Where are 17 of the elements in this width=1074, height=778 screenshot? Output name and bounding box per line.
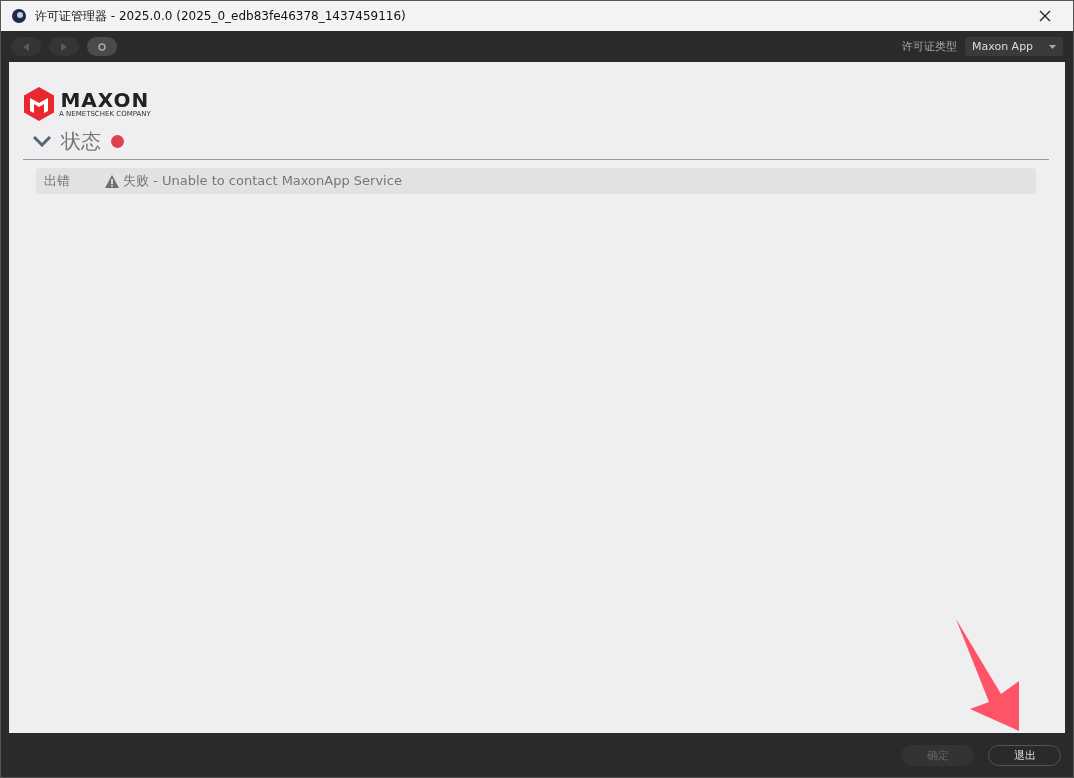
error-message: 失败 - Unable to contact MaxonApp Service (123, 172, 402, 190)
chevron-icon[interactable] (33, 136, 51, 147)
left-triangle-icon (22, 41, 30, 52)
app-icon (11, 8, 27, 24)
section-title: 状态 (61, 128, 101, 155)
logo-wordmark: MAXON (60, 90, 150, 110)
license-type-dropdown[interactable]: Maxon App (965, 37, 1063, 56)
caret-icon (1049, 44, 1056, 49)
exit-button[interactable]: 退出 (988, 744, 1061, 766)
circle-icon (98, 41, 106, 52)
logo-icon (23, 86, 55, 122)
window-title: 许可证管理器 - 2025.0.0 (2025_0_edb83fe46378_1437459116) (35, 7, 407, 25)
refresh-button[interactable] (87, 37, 117, 56)
warning-icon (105, 174, 119, 188)
row-label: 出错 (44, 172, 71, 190)
right-triangle-icon (60, 41, 68, 52)
license-type-label: 许可证类型 (902, 39, 957, 54)
